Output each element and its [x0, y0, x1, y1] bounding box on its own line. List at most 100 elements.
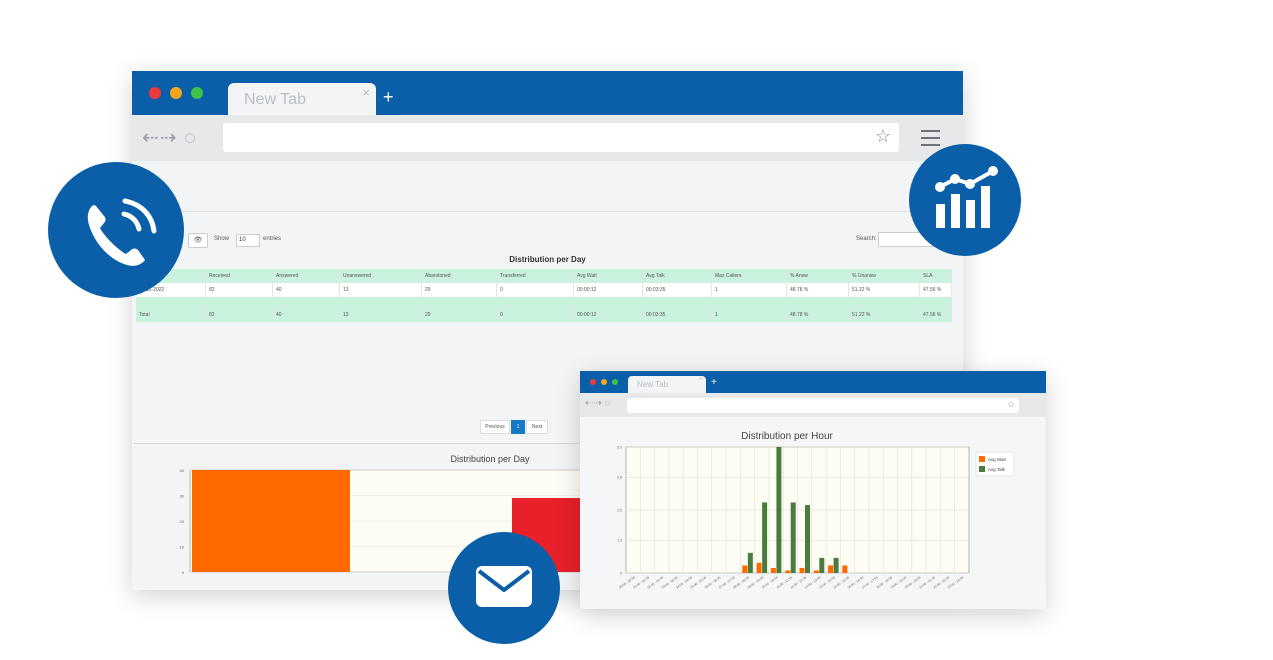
navigation-icons[interactable]: ⇠⇢ ◌ — [142, 125, 197, 150]
tab-title: New Tab — [637, 380, 668, 389]
tab-title: New Tab — [244, 91, 306, 108]
legend-swatch — [979, 456, 985, 462]
y-tick-label: 0 — [182, 570, 185, 575]
bar — [770, 567, 776, 573]
bar — [742, 565, 748, 573]
bar — [828, 565, 834, 573]
table-cell: 0 — [496, 308, 574, 322]
y-tick-label: 20 — [180, 519, 185, 524]
legend-label: Avg Wait — [988, 457, 1007, 462]
table-title: Distribution per Day — [509, 255, 586, 264]
y-tick-label: 0 — [620, 572, 622, 576]
bar — [790, 502, 796, 573]
table-cell: Total — [136, 308, 206, 322]
browser-tab[interactable]: New Tab × — [228, 83, 376, 115]
browser-tab[interactable]: New Tab × — [628, 376, 706, 393]
bar — [756, 562, 762, 573]
table-cell: 48.78 % — [786, 283, 849, 297]
next-page-button[interactable]: Next — [526, 420, 548, 434]
table-cell: 47.56 % — [919, 283, 952, 297]
bar — [813, 570, 819, 573]
table-cell: 48.78 % — [786, 308, 849, 322]
table-cell: 51.22 % — [848, 308, 920, 322]
table-cell: 0 — [496, 283, 574, 297]
y-tick-label: 3.8 — [617, 476, 622, 480]
bookmark-star-icon[interactable]: ☆ — [1007, 399, 1015, 410]
bar — [747, 552, 753, 573]
entries-label: entries — [263, 236, 282, 242]
table-cell: 00:00:12 — [573, 283, 643, 297]
column-header[interactable]: % Answ — [786, 269, 849, 283]
bookmark-star-icon[interactable]: ☆ — [875, 126, 891, 147]
table-cell: 51.22 % — [848, 283, 920, 297]
bar-chart-trend-icon — [935, 166, 998, 228]
tab-close-icon[interactable]: × — [699, 376, 703, 383]
mail-badge — [448, 532, 560, 644]
y-tick-label: 5.0 — [617, 446, 622, 450]
secondary-browser-window: New Tab × + ⇠⇢ ◌ ☆ Distribution per Hour… — [580, 371, 1046, 609]
x-tick-label: 23:00 - 23:59 — [947, 575, 965, 589]
bar — [785, 570, 791, 573]
navigation-icons[interactable]: ⇠⇢ ◌ — [585, 398, 610, 409]
table-cell: 00:03:35 — [642, 283, 712, 297]
table-cell: 40 — [272, 283, 340, 297]
bar — [192, 470, 350, 572]
bar — [842, 565, 848, 573]
maximize-window-dot[interactable] — [612, 379, 618, 385]
minimize-window-dot[interactable] — [601, 379, 607, 385]
y-tick-label: 40 — [180, 468, 185, 473]
bar — [805, 504, 810, 573]
table-cell: 40 — [272, 308, 340, 322]
table-cell: 13 — [339, 283, 422, 297]
tab-close-icon[interactable]: × — [362, 85, 370, 100]
table-cell: 13 — [339, 308, 422, 322]
title-bar: New Tab × + — [132, 71, 963, 115]
legend — [975, 451, 1015, 477]
close-window-dot[interactable] — [149, 87, 161, 99]
column-header[interactable]: SLA — [919, 269, 952, 283]
phone-badge — [48, 162, 184, 298]
column-header[interactable]: % Unansw — [848, 269, 920, 283]
new-tab-button[interactable]: + — [383, 87, 394, 108]
y-tick-label: 1.3 — [617, 539, 622, 543]
column-header[interactable]: Unanswered — [339, 269, 422, 283]
minimize-window-dot[interactable] — [170, 87, 182, 99]
address-bar[interactable]: ☆ — [627, 398, 1019, 413]
column-header[interactable]: Max Callers — [711, 269, 787, 283]
column-header[interactable]: Avg Wait — [573, 269, 643, 283]
bar — [833, 557, 839, 573]
column-header[interactable]: Received — [205, 269, 273, 283]
phone-icon — [87, 198, 157, 266]
chart-title: Distribution per Hour — [741, 431, 833, 442]
maximize-window-dot[interactable] — [191, 87, 203, 99]
address-bar[interactable]: ☆ — [223, 123, 899, 152]
table-cell: 1 — [711, 308, 787, 322]
search-label: Search: — [856, 236, 877, 242]
table-cell: 29 — [421, 308, 497, 322]
column-header[interactable]: Abandoned — [421, 269, 497, 283]
browser-toolbar: ⇠⇢ ◌ ☆ — [580, 393, 1046, 417]
table-cell: 82 — [205, 308, 273, 322]
y-tick-label: 10 — [180, 545, 185, 550]
y-tick-label: 30 — [180, 494, 185, 499]
page-content: Distribution per Hour 0 1.3 2.5 3.8 5.0 00:00 … — [580, 417, 1046, 609]
page-1-button[interactable]: 1 — [511, 420, 525, 434]
entries-select[interactable]: 10 — [236, 234, 260, 247]
envelope-icon — [476, 566, 532, 607]
bar — [776, 447, 782, 573]
distribution-table: Received Answered Unanswered Abandoned T… — [136, 269, 952, 322]
previous-page-button[interactable]: Previous — [480, 420, 510, 434]
title-bar: New Tab × + — [580, 371, 1046, 393]
legend-label: Avg Talk — [988, 467, 1006, 472]
column-header[interactable]: Answered — [272, 269, 340, 283]
table-cell: 00:00:12 — [573, 308, 643, 322]
column-header[interactable]: Transferred — [496, 269, 574, 283]
total-row: Total 82 40 13 29 0 00:00:12 00:03:35 1 … — [136, 308, 952, 322]
chart-title: Distribution per Day — [450, 454, 530, 464]
close-window-dot[interactable] — [590, 379, 596, 385]
table-cell: 82 — [205, 283, 273, 297]
browser-toolbar: ⇠⇢ ◌ ☆ — [132, 115, 963, 161]
new-tab-button[interactable]: + — [711, 377, 717, 388]
column-header[interactable]: Avg Talk — [642, 269, 712, 283]
column-visibility-button[interactable]: 👁 — [188, 233, 208, 248]
